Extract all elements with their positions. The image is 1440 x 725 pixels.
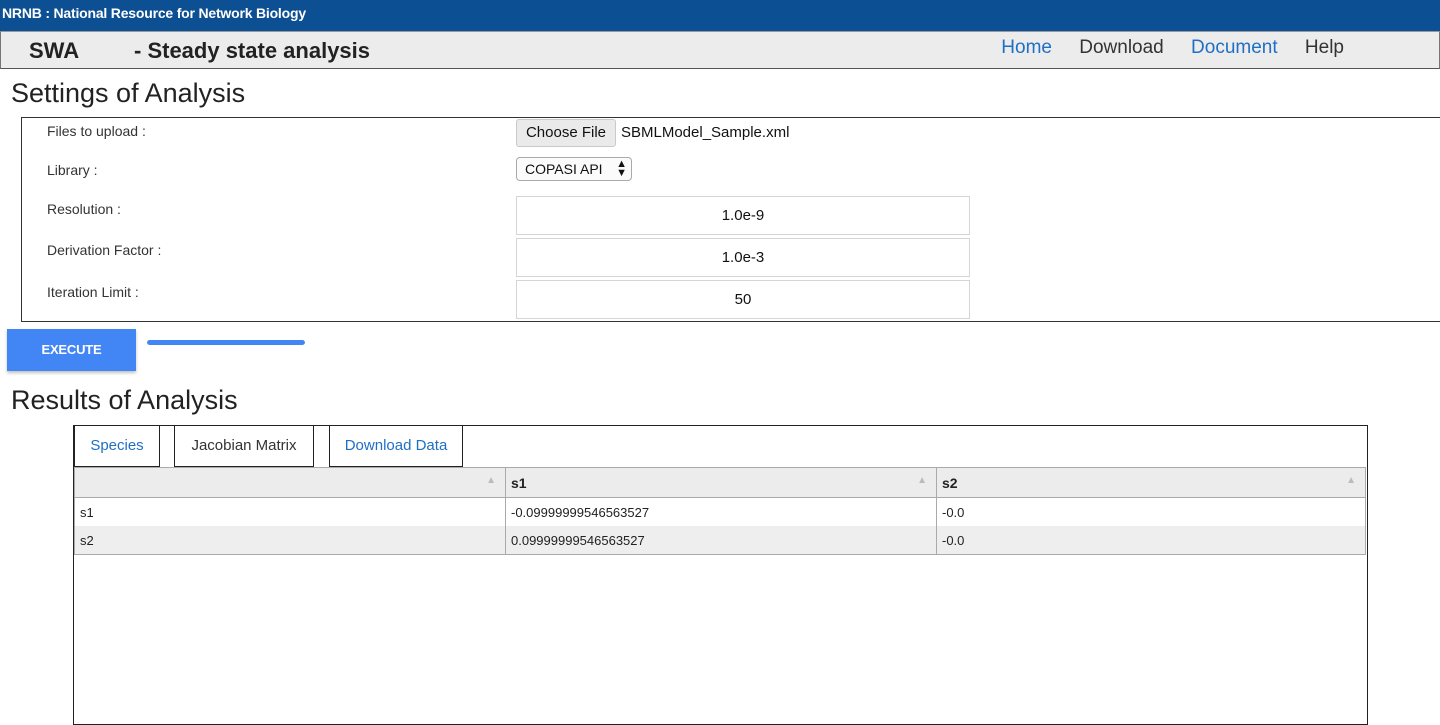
table-row[interactable]: s2 0.09999999546563527 -0.0 bbox=[74, 526, 1366, 555]
nav-menu: Home Download Document Help bbox=[979, 37, 1344, 59]
tab-jacobian-matrix[interactable]: Jacobian Matrix bbox=[174, 426, 314, 467]
nrnb-banner: NRNB : National Resource for Network Bio… bbox=[0, 0, 1440, 31]
sort-arrow-icon: ▲ bbox=[486, 475, 496, 486]
sort-arrow-icon: ▲ bbox=[917, 475, 927, 486]
settings-title: Settings of Analysis bbox=[11, 78, 246, 108]
resolution-label: Resolution : bbox=[47, 201, 121, 217]
selected-file-name: SBMLModel_Sample.xml bbox=[621, 124, 790, 141]
nav-document[interactable]: Document bbox=[1191, 37, 1278, 58]
table-cell: -0.0 bbox=[936, 526, 1366, 555]
table-cell: -0.09999999546563527 bbox=[505, 497, 937, 526]
table-header-row: ▲ s1 ▲ s2 ▲ bbox=[74, 467, 1366, 498]
progress-bar bbox=[147, 340, 305, 345]
choose-file-button[interactable]: Choose File bbox=[516, 119, 616, 147]
nav-download[interactable]: Download bbox=[1079, 37, 1164, 58]
table-cell: -0.0 bbox=[936, 497, 1366, 526]
execute-button[interactable]: EXECUTE bbox=[7, 329, 136, 371]
nav-help[interactable]: Help bbox=[1305, 37, 1344, 58]
derivation-label: Derivation Factor : bbox=[47, 242, 162, 258]
column-header-s1[interactable]: s1 ▲ bbox=[505, 467, 937, 498]
column-header-label: s2 bbox=[942, 474, 958, 491]
table-cell: s2 bbox=[74, 526, 506, 555]
brand-label: SWA bbox=[29, 38, 80, 63]
tab-download-data[interactable]: Download Data bbox=[329, 426, 463, 467]
library-label: Library : bbox=[47, 162, 98, 178]
library-select[interactable]: COPASI API ▲ ▼ bbox=[516, 157, 632, 181]
sort-arrow-icon: ▲ bbox=[1346, 475, 1356, 486]
files-label: Files to upload : bbox=[47, 123, 146, 139]
iteration-limit-input[interactable]: 50 bbox=[516, 280, 970, 319]
navbar: SWA - Steady state analysis Home Downloa… bbox=[0, 31, 1440, 69]
results-title: Results of Analysis bbox=[11, 385, 238, 415]
column-header-blank[interactable]: ▲ bbox=[74, 467, 506, 498]
settings-panel: Files to upload : Choose File SBMLModel_… bbox=[21, 117, 1440, 322]
derivation-factor-input[interactable]: 1.0e-3 bbox=[516, 238, 970, 277]
table-row[interactable]: s1 -0.09999999546563527 -0.0 bbox=[74, 497, 1366, 526]
banner-title: NRNB : National Resource for Network Bio… bbox=[2, 5, 306, 21]
library-selected-value: COPASI API bbox=[525, 161, 603, 177]
select-arrows-icon: ▲ ▼ bbox=[616, 158, 627, 179]
iteration-label: Iteration Limit : bbox=[47, 284, 139, 300]
jacobian-table: ▲ s1 ▲ s2 ▲ s1 -0.09999999546563527 -0.0… bbox=[74, 467, 1366, 555]
results-panel: Species Jacobian Matrix Download Data ▲ … bbox=[73, 425, 1368, 725]
resolution-input[interactable]: 1.0e-9 bbox=[516, 196, 970, 235]
progress-fill bbox=[147, 340, 305, 345]
table-cell: 0.09999999546563527 bbox=[505, 526, 937, 555]
table-cell: s1 bbox=[74, 497, 506, 526]
nav-home[interactable]: Home bbox=[1001, 37, 1052, 58]
page-subtitle: - Steady state analysis bbox=[134, 38, 371, 63]
column-header-s2[interactable]: s2 ▲ bbox=[936, 467, 1366, 498]
tab-species[interactable]: Species bbox=[74, 426, 160, 467]
column-header-label: s1 bbox=[511, 474, 527, 491]
